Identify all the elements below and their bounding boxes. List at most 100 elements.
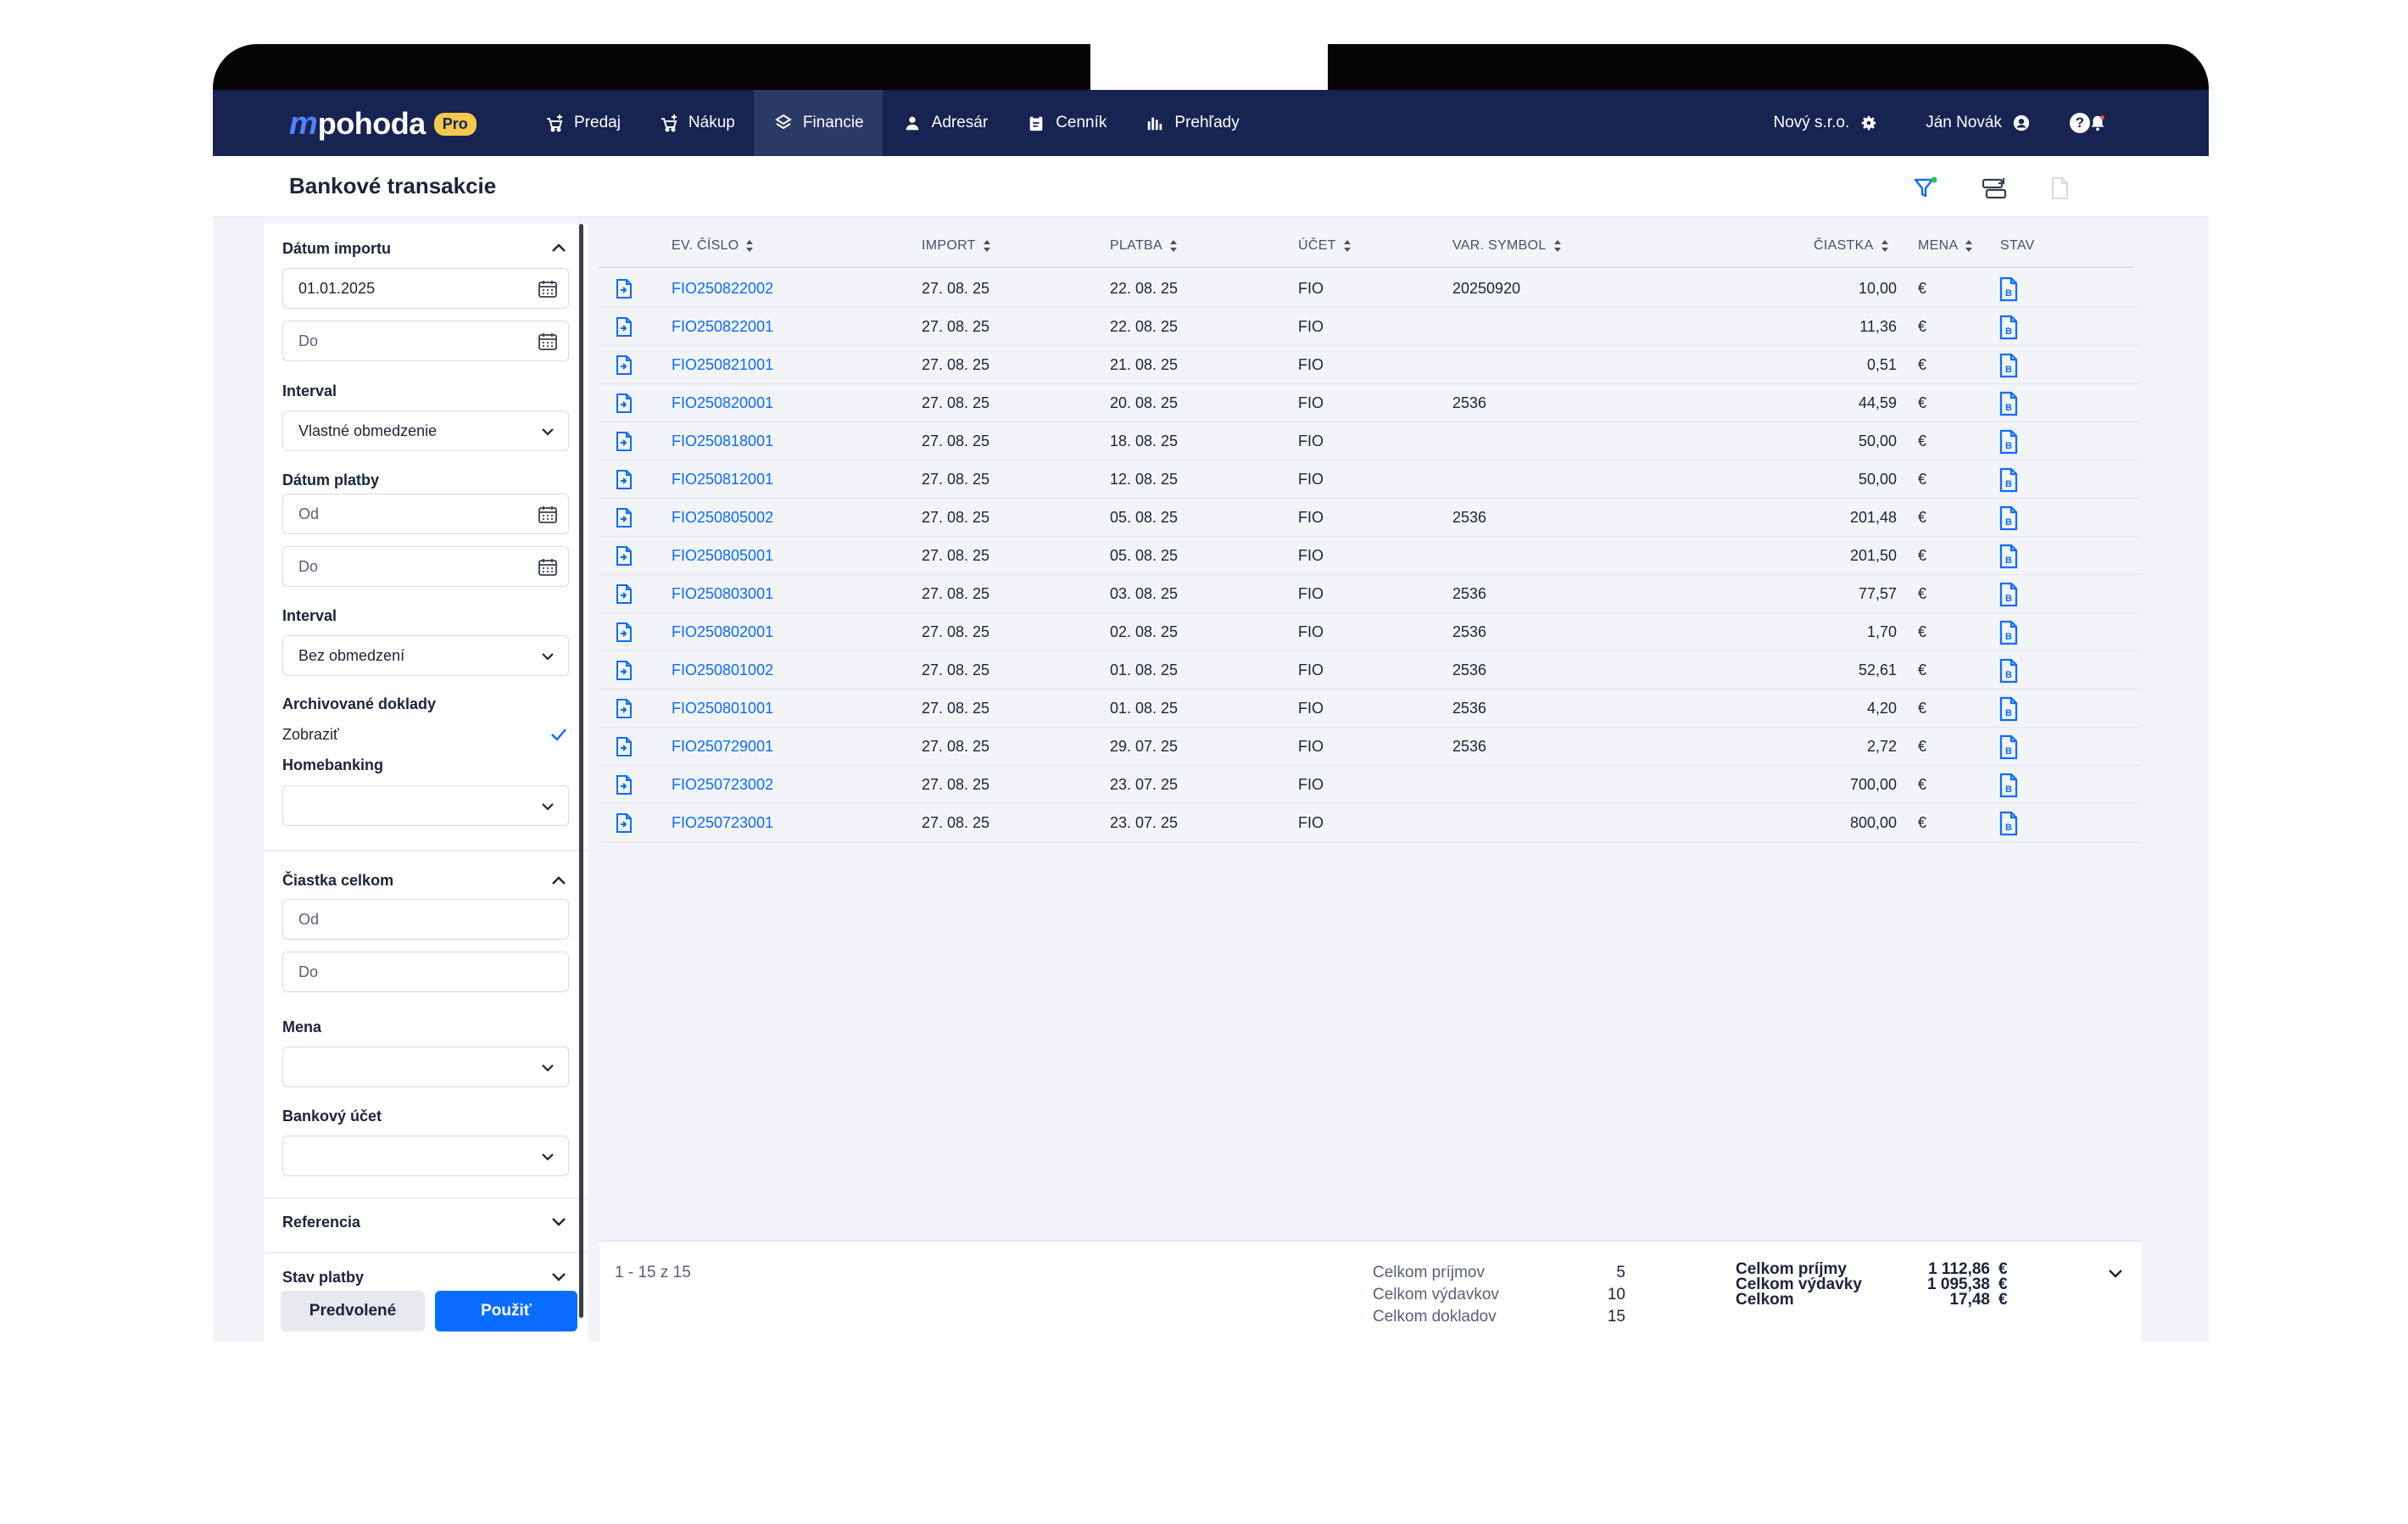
bank-transaction-icon[interactable]: [611, 658, 637, 684]
user-menu[interactable]: Ján Novák: [1926, 114, 2031, 132]
datum-platby-to-input[interactable]: Do: [282, 546, 569, 587]
status-document-icon[interactable]: B: [1996, 582, 2021, 607]
column-header-stav[interactable]: STAV: [2000, 238, 2035, 254]
table-row[interactable]: FIO250822001 27. 08. 25 22. 08. 25 FIO 11,36…: [599, 308, 2141, 346]
status-document-icon[interactable]: B: [1996, 544, 2021, 569]
table-row[interactable]: FIO250803001 27. 08. 25 03. 08. 25 FIO 2536 7…: [599, 575, 2141, 613]
help-button[interactable]: ?: [2070, 113, 2090, 133]
table-row[interactable]: FIO250805001 27. 08. 25 05. 08. 25 FIO 201,5…: [599, 537, 2141, 575]
datum-platby-from-input[interactable]: Od: [282, 494, 569, 534]
expand-stav-platby[interactable]: [549, 1267, 569, 1287]
interval-select[interactable]: Bez obmedzení: [282, 635, 569, 676]
table-row[interactable]: FIO250801002 27. 08. 25 01. 08. 25 FIO 2536 5…: [599, 651, 2141, 689]
nav-item-adresar[interactable]: Adresár: [883, 90, 1007, 156]
pohoda-logo[interactable]: m pohoda Pro: [289, 106, 477, 142]
column-header-mena[interactable]: MENA: [1918, 238, 1973, 254]
expand-summary-button[interactable]: [2100, 1259, 2131, 1289]
status-document-icon[interactable]: B: [1996, 391, 2021, 416]
cell-ev-cislo[interactable]: FIO250805001: [672, 547, 773, 565]
status-document-icon[interactable]: B: [1996, 773, 2021, 798]
status-document-icon[interactable]: B: [1996, 734, 2021, 760]
cell-ev-cislo[interactable]: FIO250803001: [672, 585, 773, 603]
cell-ev-cislo[interactable]: FIO250723001: [672, 814, 773, 832]
bank-transaction-icon[interactable]: [611, 582, 637, 607]
column-header-var-symbol[interactable]: VAR. SYMBOL: [1452, 238, 1562, 254]
cell-ev-cislo[interactable]: FIO250801002: [672, 662, 773, 679]
table-row[interactable]: FIO250822002 27. 08. 25 22. 08. 25 FIO 20250…: [599, 270, 2141, 308]
column-header-ciastka[interactable]: ČIASTKA: [1814, 238, 1889, 254]
status-document-icon[interactable]: B: [1996, 315, 2021, 340]
bankovy-ucet-select[interactable]: [282, 1136, 569, 1176]
status-document-icon[interactable]: B: [1996, 505, 2021, 531]
cell-ev-cislo[interactable]: FIO250822001: [672, 318, 773, 336]
calendar-icon[interactable]: [538, 332, 558, 352]
datum-importu-to-input[interactable]: Do: [282, 321, 569, 361]
table-row[interactable]: FIO250812001 27. 08. 25 12. 08. 25 FIO 50,00…: [599, 461, 2141, 499]
ciastka-from-input[interactable]: Od: [282, 899, 569, 940]
defaults-button[interactable]: Predvolené: [281, 1291, 425, 1331]
cell-ev-cislo[interactable]: FIO250820001: [672, 394, 773, 412]
mena-select[interactable]: [282, 1047, 569, 1087]
homebanking-select[interactable]: [282, 785, 569, 826]
status-document-icon[interactable]: B: [1996, 658, 2021, 684]
bank-transaction-icon[interactable]: [611, 544, 637, 569]
table-row[interactable]: FIO250820001 27. 08. 25 20. 08. 25 FIO 2536 4…: [599, 384, 2141, 422]
table-row[interactable]: FIO250805002 27. 08. 25 05. 08. 25 FIO 2536 2…: [599, 499, 2141, 537]
company-switcher[interactable]: Nový s.r.o.: [1773, 114, 1878, 132]
cell-ev-cislo[interactable]: FIO250723002: [672, 776, 773, 794]
table-row[interactable]: FIO250723001 27. 08. 25 23. 07. 25 FIO 800,0…: [599, 804, 2141, 842]
collapse-ciastka[interactable]: [549, 870, 569, 890]
table-row[interactable]: FIO250818001 27. 08. 25 18. 08. 25 FIO 50,00…: [599, 422, 2141, 461]
datum-importu-from-input[interactable]: 01.01.2025: [282, 268, 569, 309]
collapse-datum-importu[interactable]: [549, 237, 569, 258]
bank-transaction-icon[interactable]: [611, 353, 637, 378]
bank-transaction-icon[interactable]: [611, 505, 637, 531]
bank-transaction-icon[interactable]: [611, 620, 637, 645]
status-document-icon[interactable]: B: [1996, 620, 2021, 645]
bank-transaction-icon[interactable]: [611, 811, 637, 836]
bank-transaction-icon[interactable]: [611, 467, 637, 493]
column-header-platba[interactable]: PLATBA: [1110, 238, 1178, 254]
table-row[interactable]: FIO250802001 27. 08. 25 02. 08. 25 FIO 2536 1…: [599, 613, 2141, 651]
cell-ev-cislo[interactable]: FIO250805002: [672, 509, 773, 527]
nav-item-financie[interactable]: Financie: [753, 90, 883, 156]
nav-item-prehlady[interactable]: Prehľady: [1125, 90, 1257, 156]
sync-button[interactable]: [1979, 173, 2009, 204]
apply-filters-button[interactable]: Použiť: [435, 1291, 577, 1331]
table-row[interactable]: FIO250729001 27. 08. 25 29. 07. 25 FIO 2536 2…: [599, 728, 2141, 766]
nav-item-cennik[interactable]: Cenník: [1006, 90, 1125, 156]
cell-ev-cislo[interactable]: FIO250822002: [672, 280, 773, 298]
calendar-icon[interactable]: [538, 557, 558, 578]
archivovane-checkbox[interactable]: [549, 724, 569, 745]
table-row[interactable]: FIO250821001 27. 08. 25 21. 08. 25 FIO 0,51 €…: [599, 346, 2141, 384]
calendar-icon[interactable]: [538, 279, 558, 299]
calendar-icon[interactable]: [538, 505, 558, 525]
bank-transaction-icon[interactable]: [611, 734, 637, 760]
column-header-ucet[interactable]: ÚČET: [1298, 238, 1352, 254]
bank-transaction-icon[interactable]: [611, 315, 637, 340]
column-header-import[interactable]: IMPORT: [922, 238, 991, 254]
bank-transaction-icon[interactable]: [611, 429, 637, 455]
nav-item-nakup[interactable]: Nákup: [639, 90, 754, 156]
cell-ev-cislo[interactable]: FIO250821001: [672, 356, 773, 374]
column-header-ev-cislo[interactable]: EV. ČÍSLO: [672, 238, 754, 254]
status-document-icon[interactable]: B: [1996, 429, 2021, 455]
status-document-icon[interactable]: B: [1996, 467, 2021, 493]
status-document-icon[interactable]: B: [1996, 811, 2021, 836]
nav-item-predaj[interactable]: Predaj: [525, 90, 639, 156]
cell-ev-cislo[interactable]: FIO250801001: [672, 700, 773, 717]
bank-transaction-icon[interactable]: [611, 773, 637, 798]
status-document-icon[interactable]: B: [1996, 276, 2021, 302]
table-row[interactable]: FIO250801001 27. 08. 25 01. 08. 25 FIO 2536 4…: [599, 689, 2141, 728]
sidebar-scrollbar[interactable]: [579, 224, 583, 1318]
ciastka-to-input[interactable]: Do: [282, 952, 569, 992]
interval-select[interactable]: Vlastné obmedzenie: [282, 410, 569, 451]
cell-ev-cislo[interactable]: FIO250802001: [672, 623, 773, 641]
bank-transaction-icon[interactable]: [611, 696, 637, 722]
cell-ev-cislo[interactable]: FIO250818001: [672, 433, 773, 450]
cell-ev-cislo[interactable]: FIO250729001: [672, 738, 773, 756]
cell-ev-cislo[interactable]: FIO250812001: [672, 471, 773, 488]
bank-transaction-icon[interactable]: [611, 276, 637, 302]
status-document-icon[interactable]: B: [1996, 353, 2021, 378]
expand-referencia[interactable]: [549, 1212, 569, 1232]
